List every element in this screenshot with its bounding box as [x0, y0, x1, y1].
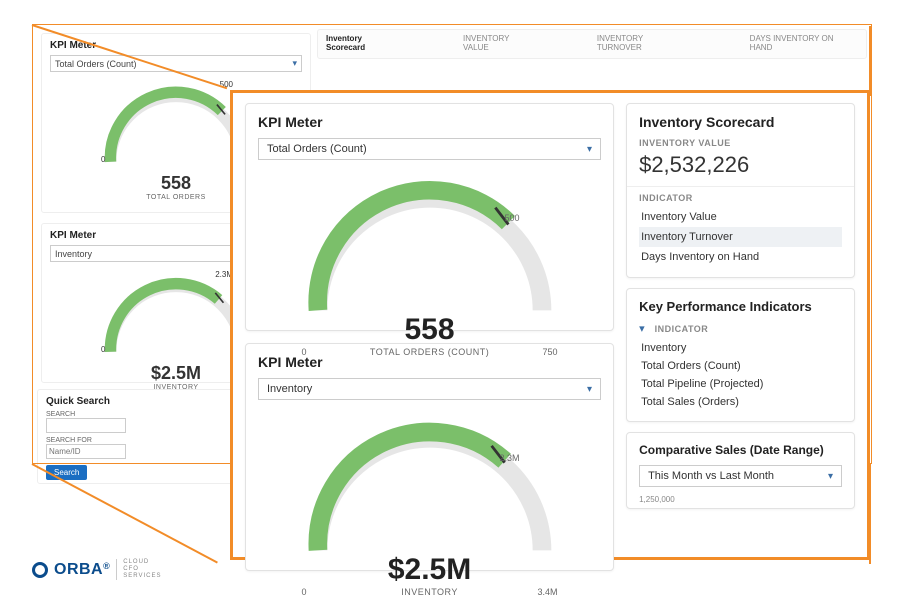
dropdown-label: Inventory — [267, 383, 312, 395]
indicator-row[interactable]: Inventory Value — [639, 207, 842, 227]
kpi1-metric-dropdown[interactable]: Total Orders (Count) ▾ — [258, 138, 601, 160]
gauge-caption: INVENTORY — [290, 587, 570, 597]
gauge-inventory: 2.3M $2.5M INVENTORY 0 3.4M — [290, 410, 570, 560]
logo-subtext: CLOUDCFOSERVICES — [116, 559, 161, 580]
gauge-min: 0 — [101, 345, 105, 354]
orba-ring-icon — [32, 562, 48, 578]
indicator-head: INDICATOR — [655, 324, 709, 334]
gauge-mark: 2.3M — [500, 453, 520, 463]
indicator-row[interactable]: Days Inventory on Hand — [639, 247, 842, 267]
card-title: KPI Meter — [258, 114, 601, 130]
kpi2-metric-dropdown[interactable]: Inventory ▾ — [258, 378, 601, 400]
card-title: Comparative Sales (Date Range) — [639, 443, 842, 457]
inventory-scorecard-card: Inventory Scorecard INVENTORY VALUE $2,5… — [626, 103, 855, 278]
kpi-meter-card-inventory: KPI Meter Inventory ▾ 2.3M $2.5M INVENTO… — [245, 343, 614, 571]
gauge-max: 750 — [543, 347, 558, 357]
chevron-down-icon[interactable]: ▾ — [639, 322, 645, 335]
search-for-input[interactable] — [46, 444, 126, 459]
gauge-orders: 500 558 TOTAL ORDERS (COUNT) 0 750 — [290, 170, 570, 320]
kpi-row[interactable]: Total Orders (Count) — [639, 357, 842, 375]
col-inventory-value: INVENTORY VALUE — [463, 34, 537, 54]
search-input[interactable] — [46, 418, 126, 433]
gauge-min: 0 — [302, 587, 307, 597]
card-title: Inventory Scorecard — [639, 114, 842, 130]
card-title: Key Performance Indicators — [639, 299, 842, 314]
scorecard-subhead: INVENTORY VALUE — [639, 138, 842, 148]
bg-scorecard-header: Inventory Scorecard INVENTORY VALUE INVE… — [317, 29, 867, 59]
orba-logo: ORBA® CLOUDCFOSERVICES — [32, 559, 161, 580]
inventory-value-amount: $2,532,226 — [639, 152, 842, 178]
chevron-down-icon: ▾ — [587, 144, 592, 155]
zoom-panel: KPI Meter Total Orders (Count) ▾ 500 558… — [230, 90, 870, 560]
gauge-mark: 500 — [505, 213, 520, 223]
comparative-range-dropdown[interactable]: This Month vs Last Month ▾ — [639, 465, 842, 487]
gauge-min: 0 — [101, 155, 105, 164]
kpi-meter-card-orders: KPI Meter Total Orders (Count) ▾ 500 558… — [245, 103, 614, 331]
indicator-row[interactable]: Inventory Turnover — [639, 227, 842, 247]
logo-text: ORBA® — [54, 561, 110, 579]
gauge-min: 0 — [302, 347, 307, 357]
indicator-head: INDICATOR — [639, 193, 842, 203]
gauge-max: 3.4M — [538, 587, 558, 597]
kpi-card: Key Performance Indicators ▾ INDICATOR I… — [626, 288, 855, 422]
comparative-sales-card: Comparative Sales (Date Range) This Mont… — [626, 432, 855, 509]
kpi-row[interactable]: Total Pipeline (Projected) — [639, 375, 842, 393]
chevron-down-icon: ▾ — [587, 384, 592, 395]
chevron-down-icon: ▾ — [828, 471, 833, 482]
search-button[interactable]: Search — [46, 465, 87, 480]
axis-label: 1,250,000 — [639, 495, 842, 504]
bg-kpi1-dropdown[interactable]: Total Orders (Count) ▾ — [50, 55, 302, 72]
callout-line — [869, 26, 871, 96]
col-inventory-turnover: INVENTORY TURNOVER — [597, 34, 690, 54]
kpi-row[interactable]: Total Sales (Orders) — [639, 393, 842, 411]
dropdown-label: Inventory — [55, 249, 92, 259]
kpi-row[interactable]: Inventory — [639, 339, 842, 357]
card-title: Inventory Scorecard — [326, 34, 403, 54]
dropdown-label: This Month vs Last Month — [648, 470, 774, 482]
dropdown-label: Total Orders (Count) — [55, 59, 137, 69]
gauge-caption: TOTAL ORDERS (COUNT) — [290, 347, 570, 357]
divider — [627, 186, 854, 187]
chevron-down-icon: ▾ — [292, 58, 297, 69]
dropdown-label: Total Orders (Count) — [267, 143, 367, 155]
